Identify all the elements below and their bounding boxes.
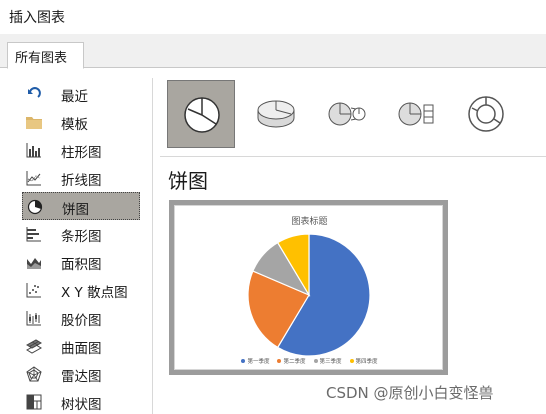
folder-icon (26, 117, 42, 129)
legend-item: 第四季度 (349, 357, 378, 365)
divider (152, 78, 153, 414)
title-bar: 插入图表 (0, 0, 546, 34)
sidebar-item-column[interactable]: 柱形图 (22, 136, 140, 164)
sidebar-item-label: 柱形图 (61, 145, 102, 161)
insert-chart-dialog: 插入图表 所有图表 最近 模板 柱形图 折线图 饼图 条形图 面积图 X Y 散… (0, 0, 546, 414)
treemap-chart-icon (26, 394, 42, 410)
legend-item: 第一季度 (241, 357, 269, 365)
sidebar-item-label: 最近 (61, 89, 88, 105)
subtype-pie-3d[interactable] (242, 80, 310, 148)
pie-of-pie-icon (328, 102, 366, 126)
recent-arrow-icon (28, 87, 41, 98)
sidebar-item-treemap[interactable]: 树状图 (22, 388, 140, 414)
bar-of-pie-icon (398, 102, 434, 126)
sidebar-item-scatter[interactable]: X Y 散点图 (22, 276, 140, 304)
chart-type-heading: 饼图 (168, 169, 208, 193)
bar-chart-icon (26, 227, 41, 242)
sidebar-item-bar[interactable]: 条形图 (22, 220, 140, 248)
subtype-doughnut[interactable] (452, 80, 520, 148)
sidebar-item-label: 面积图 (61, 257, 102, 273)
tab-all-charts[interactable]: 所有图表 (7, 42, 84, 69)
sidebar-item-label: 树状图 (61, 397, 102, 413)
chart-preview[interactable]: 图表标题 第一季度 第二季度 第三季度 第四季度 (169, 200, 448, 375)
dialog-title: 插入图表 (9, 10, 65, 26)
sidebar-item-label: 折线图 (61, 173, 102, 189)
pie-icon (184, 97, 220, 133)
sidebar-item-label: 雷达图 (61, 369, 102, 385)
sidebar-item-pie[interactable]: 饼图 (22, 192, 140, 220)
divider (160, 156, 546, 157)
column-chart-icon (26, 143, 41, 158)
pie-chart-icon (27, 199, 43, 215)
sidebar-item-label: 模板 (61, 117, 88, 133)
sidebar-item-label: 曲面图 (61, 341, 102, 357)
doughnut-icon (468, 96, 504, 132)
subtype-pie[interactable] (167, 80, 235, 148)
chart-area: 图表标题 第一季度 第二季度 第三季度 第四季度 (174, 205, 443, 370)
sidebar-item-line[interactable]: 折线图 (22, 164, 140, 192)
subtype-bar-of-pie[interactable] (382, 80, 450, 148)
legend-item: 第二季度 (277, 357, 306, 365)
legend-label: 第四季度 (355, 359, 378, 365)
legend-swatch (277, 359, 282, 363)
sidebar-item-area[interactable]: 面积图 (22, 248, 140, 276)
sidebar-item-stock[interactable]: 股价图 (22, 304, 140, 332)
sidebar-item-surface[interactable]: 曲面图 (22, 332, 140, 360)
pie-subtype-gallery (166, 78, 546, 156)
line-chart-icon (26, 171, 41, 186)
chart-type-list: 最近 模板 柱形图 折线图 饼图 条形图 面积图 X Y 散点图 股价图 曲面图… (14, 78, 144, 414)
legend-item: 第三季度 (313, 357, 342, 365)
tab-strip: 所有图表 (0, 34, 546, 69)
area-chart-icon (27, 258, 41, 269)
legend-label: 第一季度 (247, 359, 270, 365)
pie-3d-icon (257, 100, 295, 128)
sidebar-item-radar[interactable]: 雷达图 (22, 360, 140, 388)
sidebar-item-templates[interactable]: 模板 (22, 108, 140, 136)
legend-label: 第二季度 (283, 359, 306, 365)
legend-swatch (313, 359, 318, 363)
legend-swatch (349, 359, 354, 363)
legend-swatch (241, 359, 246, 363)
sidebar-item-label: 条形图 (61, 229, 102, 245)
sidebar-item-recent[interactable]: 最近 (22, 80, 140, 108)
surface-chart-icon (26, 339, 42, 354)
watermark: CSDN @原创小白变怪兽 (326, 384, 494, 402)
sidebar-item-label: 饼图 (62, 202, 89, 218)
chart-legend: 第一季度 第二季度 第三季度 第四季度 (175, 357, 444, 365)
radar-chart-icon (26, 366, 42, 382)
sidebar-item-label: 股价图 (61, 313, 102, 329)
subtype-pie-of-pie[interactable] (312, 80, 380, 148)
sidebar-item-label: X Y 散点图 (61, 285, 128, 301)
scatter-chart-icon (26, 283, 41, 298)
stock-chart-icon (26, 311, 41, 326)
legend-label: 第三季度 (319, 359, 342, 365)
pie-chart (247, 233, 371, 357)
